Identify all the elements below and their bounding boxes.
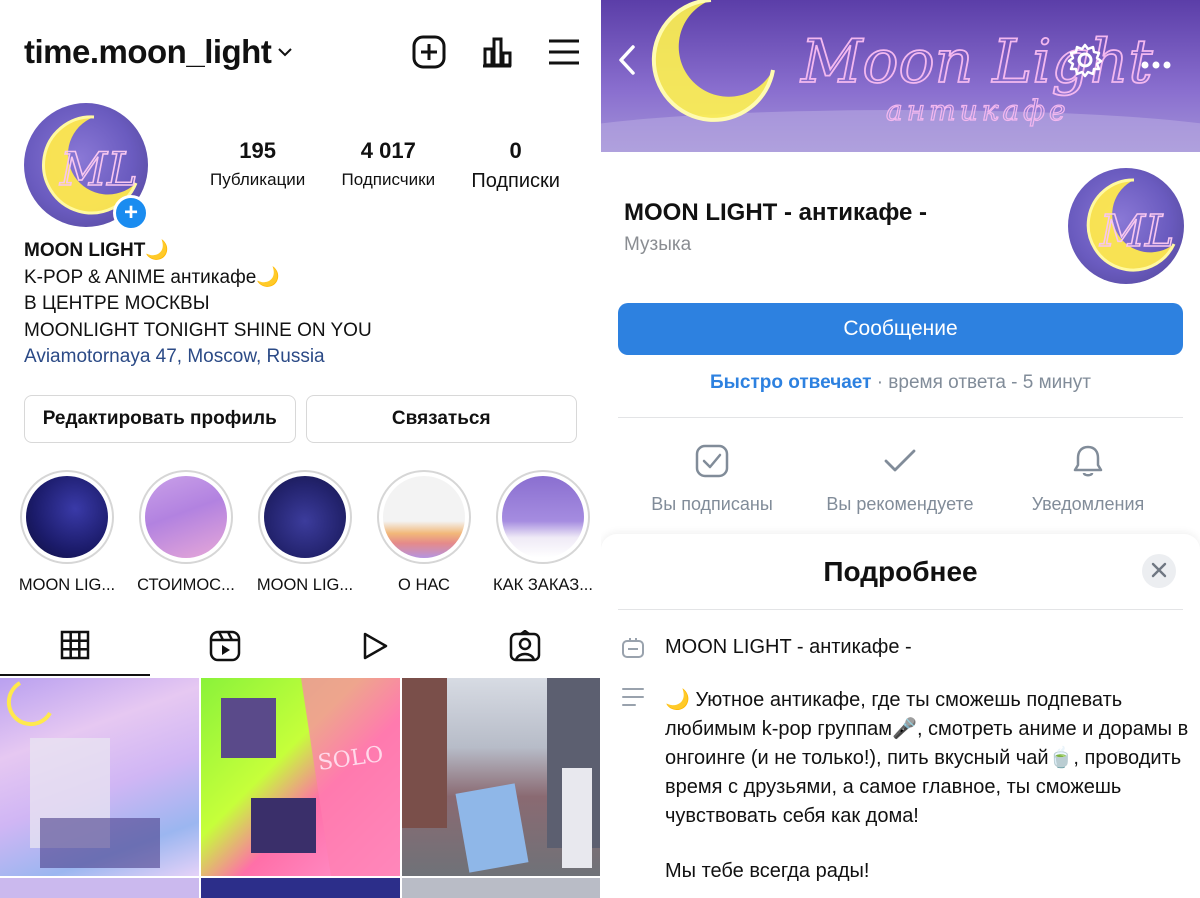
tab-tagged[interactable] [450,620,600,676]
tab-reels[interactable] [150,620,300,676]
info-badge-icon [621,636,645,665]
highlight-title: MOON LIG... [18,576,116,594]
stat-following[interactable]: 0 Подписки [471,138,560,193]
chevron-down-icon[interactable] [277,42,293,63]
details-sheet: Подробнее MOON LIGHT - антикафе - 🌙 Уютн… [601,534,1200,898]
reply-fast-label: Быстро отвечает [709,372,872,393]
stat-posts[interactable]: 195 Публикации [210,138,305,193]
description-icon [621,686,645,713]
highlight-cover [377,470,471,564]
edit-profile-button[interactable]: Редактировать профиль [24,395,296,443]
tab-grid[interactable] [0,620,150,676]
sheet-title: Подробнее [823,556,978,587]
highlight-item[interactable]: О НАС [364,470,484,595]
vk-community-card: MOON LIGHT - антикафе - Музыка ML Сообще… [601,152,1200,552]
bio-line: K-POP & ANIME антикафе🌙 [24,266,280,288]
highlight-cover [496,470,590,564]
ig-bio: MOON LIGHT🌙 K-POP & ANIME антикафе🌙 В ЦЕ… [24,238,372,371]
stat-following-value: 0 [509,138,522,163]
ig-username[interactable]: time.moon_light [24,33,272,71]
highlight-item[interactable]: MOON LIG... [245,470,365,595]
stat-followers-label: Подписчики [341,170,436,189]
bio-line: MOONLIGHT TONIGHT SHINE ON YOU [24,319,372,341]
highlight-item[interactable]: СТОИМОС... [126,470,246,595]
community-greeting: Мы тебе всегда рады! [665,860,870,882]
community-name: MOON LIGHT - антикафе - [624,199,928,226]
ig-top-actions [412,35,580,69]
community-category: Музыка [624,234,692,255]
highlight-title: СТОИМОС... [137,576,235,594]
stat-followers[interactable]: 4 017 Подписчики [342,138,436,193]
message-button[interactable]: Сообщение [618,303,1183,355]
instagram-profile-panel: time.moon_light ML + 195 Публикации 4 01… [0,0,600,898]
check-square-icon [612,442,812,480]
ig-top-bar: time.moon_light [24,30,580,74]
bio-line: В ЦЕНТРЕ МОСКВЫ [24,293,210,314]
notifications-label: Уведомления [1031,494,1145,514]
subscribed-label: Вы подписаны [651,494,773,514]
ig-avatar-letters: ML [59,142,138,196]
recommend-label: Вы рекомендуете [826,494,974,514]
post-thumbnail[interactable] [0,678,199,876]
vk-cover-image: Moon Light антикафе [601,0,1200,152]
cover-subtitle: антикафе [886,94,1070,127]
stat-following-label: Подписки [471,170,560,192]
notifications-button[interactable]: Уведомления [988,442,1188,515]
bio-name: MOON LIGHT🌙 [24,240,170,261]
ig-content-tabs [0,620,600,676]
community-avatar[interactable]: ML [1068,168,1184,284]
reply-info: Быстро отвечает · время ответа - 5 минут [601,372,1200,394]
close-button[interactable] [1142,554,1176,588]
highlight-cover [139,470,233,564]
close-icon [1151,558,1167,584]
highlight-item[interactable]: КАК ЗАКАЗ... [483,470,600,595]
reply-time-label: · время ответа - 5 минут [871,372,1091,393]
gear-icon[interactable] [1067,42,1103,83]
tab-video[interactable] [300,620,450,676]
divider [618,609,1183,610]
tagged-user-icon [509,628,541,667]
post-thumbnail[interactable] [402,878,600,898]
highlight-cover [20,470,114,564]
play-icon [361,631,389,666]
bio-location-link[interactable]: Aviamotornaya 47, Moscow, Russia [24,344,372,371]
stat-followers-value: 4 017 [360,138,416,163]
more-icon[interactable] [1141,56,1171,74]
post-thumbnail[interactable] [0,878,199,898]
new-post-icon[interactable] [412,35,446,69]
highlight-cover [258,470,352,564]
vk-community-panel: Moon Light антикафе MOON LIGHT - антикаф… [601,0,1200,898]
subscribed-button[interactable]: Вы подписаны [612,442,812,515]
community-avatar-letters: ML [1099,206,1174,257]
highlight-title: О НАС [398,576,450,594]
ig-profile-buttons: Редактировать профиль Связаться [24,395,577,443]
insights-icon[interactable] [480,35,514,69]
add-story-icon[interactable]: + [113,195,149,231]
highlight-title: MOON LIG... [256,576,354,594]
bell-icon [988,442,1188,480]
sheet-community-name: MOON LIGHT - антикафе - [665,636,912,658]
post-thumbnail[interactable]: SOLO [201,678,400,876]
grid-icon [60,630,90,665]
contact-button[interactable]: Связаться [305,395,577,443]
ig-stats: 195 Публикации 4 017 Подписчики 0 Подпис… [210,138,560,193]
post-thumbnail[interactable] [402,678,600,876]
stat-posts-label: Публикации [210,170,306,189]
check-icon [800,442,1000,480]
recommend-button[interactable]: Вы рекомендуете [800,442,1000,515]
post-thumbnail[interactable] [201,878,400,898]
reels-icon [209,630,241,667]
stat-posts-value: 195 [239,138,276,163]
menu-icon[interactable] [548,38,580,66]
divider [618,417,1183,418]
community-description: 🌙 Уютное антикафе, где ты сможешь подпев… [665,689,1189,827]
highlight-title: КАК ЗАКАЗ... [493,576,593,594]
highlight-item[interactable]: MOON LIG... [7,470,127,595]
back-icon[interactable] [617,44,637,81]
